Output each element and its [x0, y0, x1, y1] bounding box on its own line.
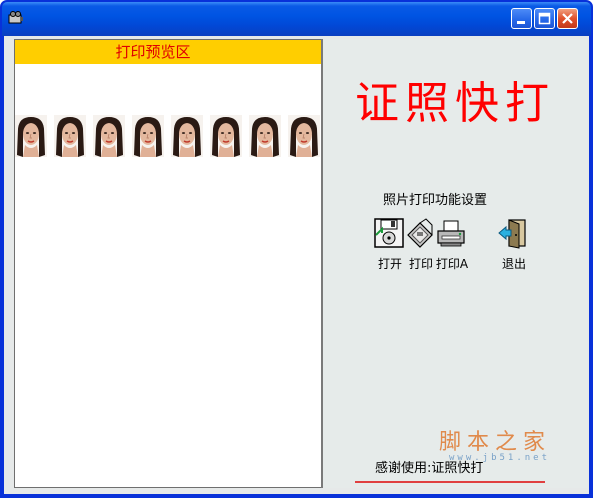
client-area: 打印预览区 证照快打 照片打印功能设置 打开 打印 打印A 退出 脚本之家 ww…: [4, 36, 589, 494]
watermark-text: 脚本之家: [439, 430, 552, 455]
settings-label: 照片打印功能设置: [383, 193, 488, 208]
portrait-photo: [93, 115, 125, 157]
portrait-photo: [132, 115, 164, 157]
portrait-photo: [54, 115, 86, 157]
portrait-photo: [15, 115, 47, 157]
portrait-photo: [210, 115, 242, 157]
maximize-icon: [538, 12, 551, 25]
close-icon: [562, 13, 573, 24]
maximize-button[interactable]: [534, 8, 555, 29]
portrait-photo: [171, 115, 203, 157]
control-panel: 证照快打 照片打印功能设置 打开 打印 打印A 退出 脚本之家 www.jb51…: [323, 39, 587, 488]
thanks-underline: [355, 481, 545, 483]
exit-door-icon: [498, 219, 526, 249]
minimize-button[interactable]: [511, 8, 532, 29]
open-disk-icon: [374, 218, 404, 248]
thanks-text: 感谢使用:证照快打: [375, 461, 484, 476]
exit-label: 退出: [501, 257, 526, 271]
app-brand-title: 证照快打: [355, 78, 555, 129]
print-a-button[interactable]: 打印A: [435, 217, 469, 271]
portrait-photo: [249, 115, 281, 157]
print-a-label: 打印A: [435, 257, 469, 271]
title-bar[interactable]: [2, 2, 591, 36]
app-window: 打印预览区 证照快打 照片打印功能设置 打开 打印 打印A 退出 脚本之家 ww…: [0, 0, 593, 498]
portrait-photo: [288, 115, 320, 157]
minimize-icon: [517, 21, 525, 24]
photo-row: [15, 115, 321, 157]
printer-a-icon: [437, 220, 465, 247]
close-button[interactable]: [557, 8, 578, 29]
exit-button[interactable]: 退出: [497, 217, 531, 271]
projector-icon[interactable]: [8, 11, 24, 25]
print-preview-panel: 打印预览区: [14, 39, 322, 488]
printer-icon: [407, 218, 433, 248]
preview-header: 打印预览区: [15, 40, 321, 64]
